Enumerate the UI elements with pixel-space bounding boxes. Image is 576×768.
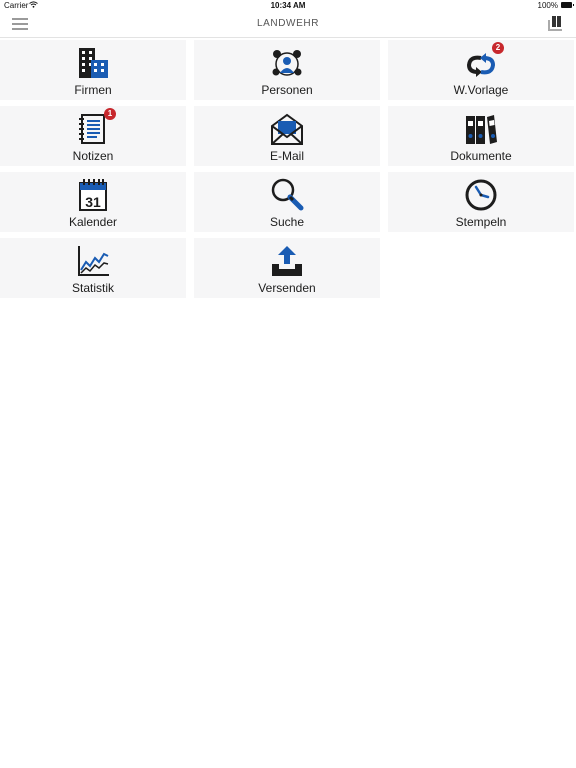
columns-icon[interactable] [548, 16, 562, 31]
notification-badge: 2 [492, 42, 504, 54]
tile-firmen[interactable]: Firmen [0, 40, 186, 100]
tile-notizen[interactable]: 1 Notizen [0, 106, 186, 166]
tile-label: Suche [269, 215, 305, 229]
tile-label: Dokumente [450, 149, 512, 163]
app-grid: Firmen Personen 2 W.Vorlage 1 Notizen E-… [0, 40, 574, 298]
buildings-icon [76, 46, 110, 80]
tile-dokumente[interactable]: Dokumente [388, 106, 574, 166]
tile-personen[interactable]: Personen [194, 40, 380, 100]
tile-label: Firmen [74, 83, 112, 97]
tile-label: Kalender [68, 215, 118, 229]
tile-email[interactable]: E-Mail [194, 106, 380, 166]
calendar-day-number: 31 [85, 194, 101, 210]
clock-icon [464, 178, 498, 212]
magnifier-icon [270, 178, 304, 212]
tile-label: Personen [261, 83, 313, 97]
status-bar: Carrier 10:34 AM 100% [0, 0, 576, 12]
tile-label: Stempeln [455, 215, 507, 229]
tile-label: Notizen [72, 149, 114, 163]
battery-percentage: 100% [537, 1, 558, 10]
resubmission-arrows-icon: 2 [464, 42, 504, 80]
tile-label: E-Mail [269, 149, 304, 163]
tile-kalender[interactable]: 31 Kalender [0, 172, 186, 232]
tile-stempeln[interactable]: Stempeln [388, 172, 574, 232]
tile-label: W.Vorlage [453, 83, 509, 97]
calendar-icon: 31 [76, 178, 110, 212]
tile-wvorlage[interactable]: 2 W.Vorlage [388, 40, 574, 100]
notification-badge: 1 [104, 108, 116, 120]
battery-icon [561, 2, 574, 8]
binders-icon [464, 112, 498, 146]
page-title: LANDWEHR [256, 18, 320, 29]
envelope-icon [270, 112, 304, 146]
line-chart-icon [76, 244, 110, 278]
tile-versenden[interactable]: Versenden [194, 238, 380, 298]
upload-tray-icon [270, 244, 304, 278]
tile-label: Statistik [71, 281, 114, 295]
tile-suche[interactable]: Suche [194, 172, 380, 232]
navigation-bar: LANDWEHR [0, 12, 576, 38]
notepad-icon: 1 [76, 108, 116, 146]
tile-statistik[interactable]: Statistik [0, 238, 186, 298]
tile-label: Versenden [258, 281, 316, 295]
clock-time: 10:34 AM [270, 1, 306, 10]
people-network-icon [270, 46, 304, 80]
